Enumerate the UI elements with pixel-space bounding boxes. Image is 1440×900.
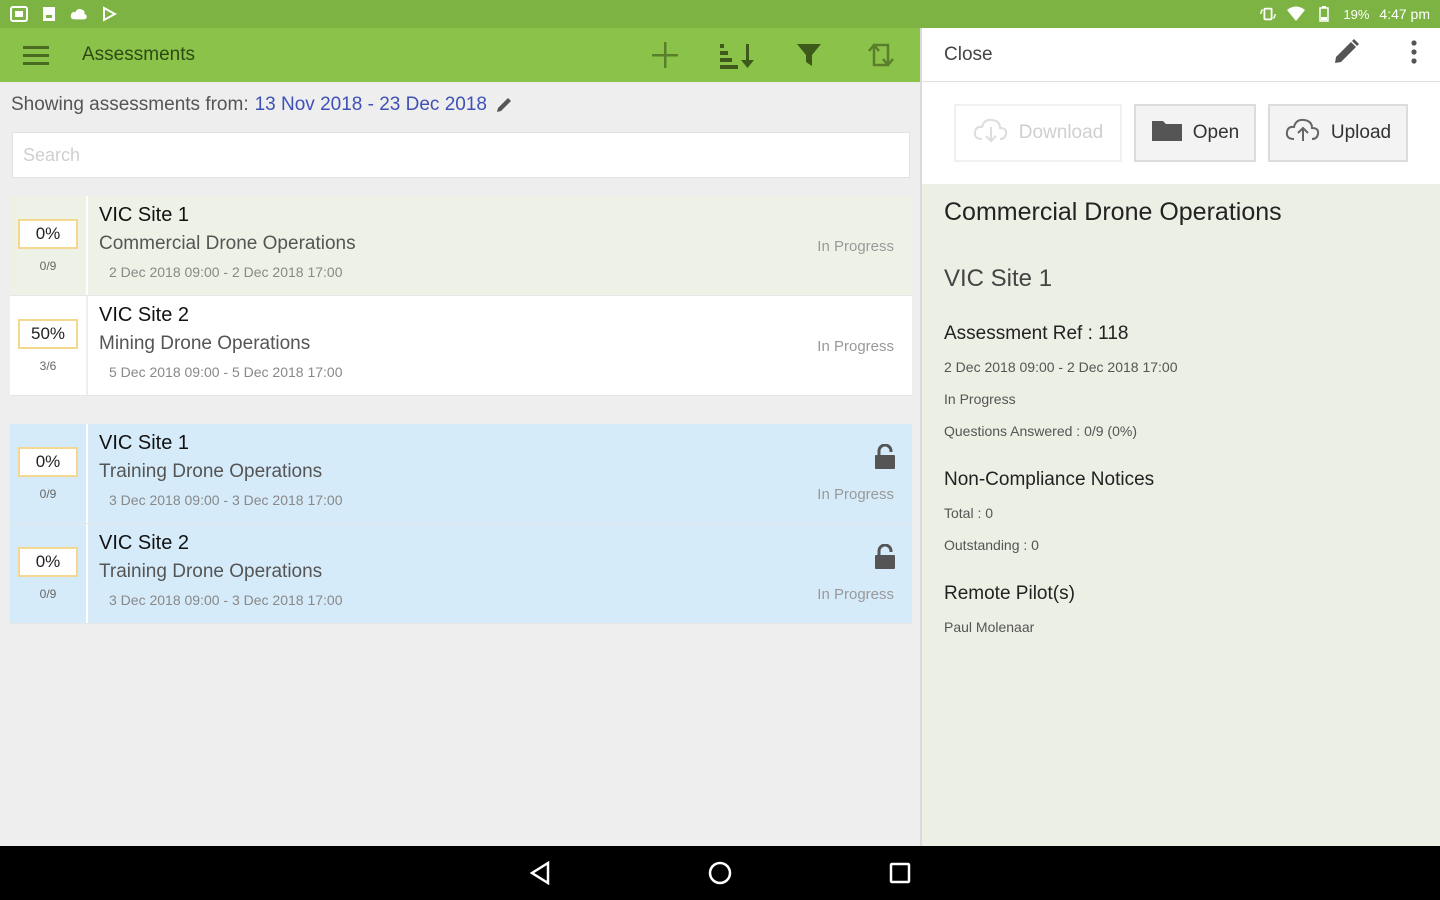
detail-toolbar: Close — [922, 28, 1440, 82]
ncn-total: Total : 0 — [944, 505, 994, 521]
status-label: In Progress — [817, 238, 894, 255]
edit-date-range-icon[interactable] — [495, 96, 513, 114]
score-cell: 0% 0/9 — [10, 524, 88, 623]
date-range-filter[interactable]: Showing assessments from: 13 Nov 2018 - … — [0, 82, 920, 128]
battery-percent: 19% — [1343, 6, 1370, 22]
more-options-icon[interactable] — [1410, 39, 1418, 70]
status-label: In Progress — [817, 586, 894, 603]
upload-button[interactable]: Upload — [1268, 104, 1408, 162]
upload-label: Upload — [1330, 122, 1392, 143]
rotation-icon — [1259, 6, 1277, 22]
navigation-bar — [0, 846, 1440, 900]
status-label: In Progress — [817, 486, 894, 503]
status-label: In Progress — [817, 338, 894, 355]
site-name: VIC Site 2 — [99, 532, 190, 554]
ncn-heading: Non-Compliance Notices — [944, 469, 1155, 490]
date-range-value[interactable]: 13 Nov 2018 - 23 Dec 2018 — [255, 94, 487, 116]
operation-name: Mining Drone Operations — [99, 333, 311, 354]
folder-icon — [1151, 118, 1183, 148]
cloud-notification-icon — [70, 6, 88, 22]
back-nav-icon[interactable] — [520, 853, 560, 893]
open-label: Open — [1192, 122, 1240, 143]
document-notification-icon — [40, 6, 58, 22]
site-name: VIC Site 2 — [99, 304, 190, 326]
site-name: VIC Site 1 — [99, 432, 190, 454]
operation-name: Training Drone Operations — [99, 461, 323, 482]
site-name: VIC Site 1 — [99, 204, 190, 226]
progress-ratio: 0/9 — [39, 486, 57, 501]
date-range-prefix: Showing assessments from: — [11, 94, 249, 115]
cloud-upload-icon — [1285, 117, 1321, 149]
ncn-outstanding: Outstanding : 0 — [944, 537, 1039, 553]
add-icon[interactable] — [640, 33, 690, 77]
download-label: Download — [1018, 122, 1104, 143]
progress-percent: 0% — [18, 546, 78, 577]
pilots-heading: Remote Pilot(s) — [944, 583, 1075, 604]
play-store-notification-icon — [100, 6, 118, 22]
status-bar: 19% 4:47 pm — [0, 0, 1440, 28]
cloud-download-icon — [973, 117, 1009, 149]
page-title: Assessments — [82, 44, 195, 65]
lock-icon — [874, 443, 896, 475]
search-input[interactable] — [23, 144, 899, 166]
battery-icon — [1315, 6, 1333, 22]
locked-assessment-row[interactable]: 0% 0/9 VIC Site 1 Training Drone Operati… — [10, 424, 912, 524]
detail-date-range: 2 Dec 2018 09:00 - 2 Dec 2018 17:00 — [944, 359, 1178, 375]
operation-name: Training Drone Operations — [99, 561, 323, 582]
pilot-name: Paul Molenaar — [944, 619, 1035, 635]
assessment-ref: Assessment Ref : 118 — [944, 323, 1129, 344]
score-cell: 0% 0/9 — [10, 196, 88, 295]
sort-icon[interactable] — [712, 33, 762, 77]
score-cell: 0% 0/9 — [10, 424, 88, 523]
assessment-detail-pane: Close Download Open Upload Commercial Dr… — [920, 28, 1440, 846]
date-range: 3 Dec 2018 09:00 - 3 Dec 2018 17:00 — [109, 492, 343, 508]
wifi-icon — [1287, 6, 1306, 22]
progress-percent: 50% — [18, 318, 78, 349]
clock: 4:47 pm — [1379, 6, 1430, 22]
close-button[interactable]: Close — [944, 44, 993, 66]
edit-icon[interactable] — [1332, 38, 1360, 71]
assessment-list-pane: Assessments Showing assessments from: 13… — [0, 28, 920, 846]
search-box[interactable] — [12, 132, 910, 178]
assessment-list: 0% 0/9 VIC Site 1 Commercial Drone Opera… — [10, 196, 912, 624]
score-cell: 50% 3/6 — [10, 296, 88, 395]
detail-title: Commercial Drone Operations — [944, 198, 1282, 226]
recents-nav-icon[interactable] — [880, 853, 920, 893]
app-bar: Assessments — [0, 28, 920, 82]
questions-answered: Questions Answered : 0/9 (0%) — [944, 423, 1137, 439]
date-range: 3 Dec 2018 09:00 - 3 Dec 2018 17:00 — [109, 592, 343, 608]
progress-ratio: 0/9 — [39, 586, 57, 601]
locked-assessment-row[interactable]: 0% 0/9 VIC Site 2 Training Drone Operati… — [10, 524, 912, 624]
menu-icon[interactable] — [14, 33, 58, 77]
assessment-row[interactable]: 0% 0/9 VIC Site 1 Commercial Drone Opera… — [10, 196, 912, 296]
lock-icon — [874, 543, 896, 575]
home-nav-icon[interactable] — [700, 853, 740, 893]
date-range: 5 Dec 2018 09:00 - 5 Dec 2018 17:00 — [109, 364, 343, 380]
progress-ratio: 3/6 — [39, 358, 57, 373]
progress-percent: 0% — [18, 218, 78, 249]
operation-name: Commercial Drone Operations — [99, 233, 356, 254]
detail-site: VIC Site 1 — [944, 265, 1053, 292]
download-button[interactable]: Download — [954, 104, 1122, 162]
assessment-row[interactable]: 50% 3/6 VIC Site 2 Mining Drone Operatio… — [10, 296, 912, 396]
open-button[interactable]: Open — [1134, 104, 1256, 162]
date-range: 2 Dec 2018 09:00 - 2 Dec 2018 17:00 — [109, 264, 343, 280]
gallery-notification-icon — [10, 6, 28, 22]
progress-percent: 0% — [18, 446, 78, 477]
assessment-detail: Commercial Drone Operations VIC Site 1 A… — [922, 184, 1440, 635]
filter-icon[interactable] — [784, 33, 834, 77]
sync-icon[interactable] — [856, 33, 906, 77]
detail-status: In Progress — [944, 391, 1016, 407]
action-buttons: Download Open Upload — [922, 82, 1440, 184]
progress-ratio: 0/9 — [39, 258, 57, 273]
